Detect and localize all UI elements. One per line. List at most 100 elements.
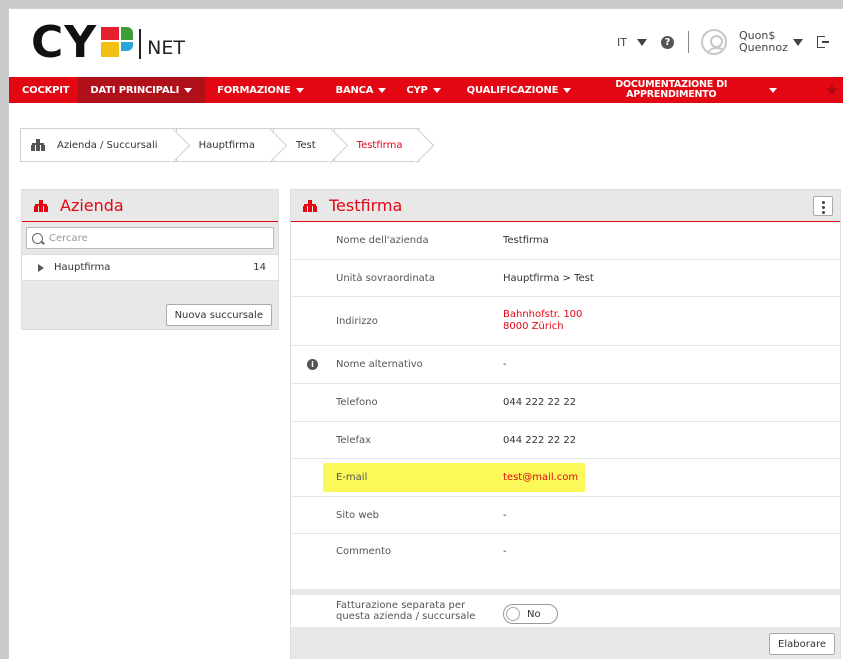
chevron-down-icon (184, 87, 193, 93)
field-row-email: E-mail test@mail.com (291, 459, 840, 497)
separate-billing-toggle[interactable]: No (503, 604, 558, 624)
search-icon (32, 232, 43, 244)
user-name[interactable]: Quon$ Quennoz (739, 30, 788, 54)
nav-item-dati-principali[interactable]: DATI PRINCIPALI (78, 77, 206, 103)
chevron-down-icon (563, 87, 572, 93)
more-options-icon[interactable] (813, 196, 833, 216)
chevron-down-icon[interactable] (793, 38, 803, 46)
logout-icon[interactable] (817, 36, 829, 48)
address-line: Bahnhofstr. 100 (503, 309, 583, 320)
language-selector[interactable]: IT (617, 36, 627, 49)
info-icon[interactable]: i (307, 359, 318, 370)
field-label: Sito web (336, 509, 380, 521)
nav-label: DOCUMENTAZIONE DI APPRENDIMENTO (615, 80, 727, 100)
favorite-star-icon[interactable]: ★ (821, 77, 843, 103)
logo-p-mark-icon (101, 27, 134, 59)
header-tools: IT ? Quon$ Quennoz (617, 9, 843, 75)
divider (688, 31, 689, 53)
separate-billing-row: Fatturazione separata per questa azienda… (291, 589, 840, 625)
field-row-parent-unit: Unità sovraordinata Hauptfirma > Test (291, 260, 840, 297)
nav-label: CYP (406, 84, 428, 96)
field-label: Indirizzo (336, 315, 378, 327)
field-label: Telefono (336, 397, 378, 408)
chevron-down-icon (378, 87, 387, 93)
user-last-name: Quennoz (739, 41, 788, 54)
nav-item-documentazione[interactable]: DOCUMENTAZIONE DI APPRENDIMENTO (571, 77, 778, 103)
field-label: E-mail (336, 472, 368, 483)
field-label: Telefax (336, 434, 372, 446)
tree-item-hauptfirma[interactable]: Hauptfirma 14 (22, 254, 278, 281)
label-line: questa azienda / succursale (336, 611, 476, 622)
search-placeholder: Cercare (49, 232, 88, 244)
panel-footer: Elaborare (291, 627, 840, 659)
chevron-down-icon (432, 87, 441, 93)
field-label: Commento (336, 546, 392, 557)
chevron-down-icon (769, 87, 778, 93)
field-row-address: Indirizzo Bahnhofstr. 100 8000 Zürich (291, 297, 840, 346)
nav-label: DATI PRINCIPALI (90, 84, 180, 96)
breadcrumb-item-azienda[interactable]: Azienda / Succursali (20, 128, 176, 162)
logo-separator (139, 29, 142, 59)
panel-title: Azienda (60, 196, 124, 215)
field-value: Testfirma (503, 235, 549, 246)
field-row-fax: Telefax 044 222 22 22 (291, 422, 840, 459)
nav-label: COCKPIT (22, 84, 70, 96)
tree-item-count: 14 (253, 262, 266, 273)
org-chart-icon (34, 199, 48, 212)
nav-label: BANCA (335, 84, 374, 96)
help-icon[interactable]: ? (661, 35, 674, 49)
nav-item-cyp[interactable]: CYP (386, 77, 441, 103)
field-row-alt-name: i Nome alternativo - (291, 346, 840, 384)
field-value: - (503, 509, 507, 521)
address-line: 8000 Zürich (503, 321, 564, 332)
toggle-label: No (527, 609, 541, 620)
chevron-down-icon (295, 87, 304, 93)
field-value: - (503, 546, 507, 557)
main-nav: COCKPIT DATI PRINCIPALI FORMAZIONE BANCA… (9, 77, 843, 103)
toggle-knob (506, 607, 520, 621)
cyp-logo[interactable]: CY NET (31, 17, 185, 68)
field-row-website: Sito web - (291, 497, 840, 534)
org-chart-icon (31, 139, 45, 151)
panel-header: Azienda (22, 190, 278, 222)
address-link[interactable]: Bahnhofstr. 100 8000 Zürich (503, 309, 582, 333)
field-row-comment: Commento - (291, 534, 840, 569)
nav-label: FORMAZIONE (217, 84, 291, 96)
panel-header: Testfirma (291, 190, 840, 222)
top-header: CY NET IT ? Quon$ Quennoz (9, 9, 843, 75)
breadcrumb-label: Hauptfirma (198, 139, 255, 151)
breadcrumb: Azienda / Succursali Hauptfirma Test Tes… (20, 128, 421, 162)
breadcrumb-label: Azienda / Succursali (57, 139, 158, 151)
email-link[interactable]: test@mail.com (503, 472, 578, 484)
breadcrumb-label: Testfirma (356, 139, 403, 151)
search-input[interactable]: Cercare (26, 227, 274, 249)
logo-letters: CY (31, 17, 98, 68)
nav-item-formazione[interactable]: FORMAZIONE (205, 77, 304, 103)
new-branch-button[interactable]: Nuova succursale (165, 304, 272, 326)
field-value: - (503, 359, 507, 370)
breadcrumb-label: Test (295, 139, 316, 151)
app-window: CY NET IT ? Quon$ Quennoz COCKPIT DATI P… (8, 8, 843, 659)
field-value: 044 222 22 22 (503, 434, 577, 446)
tree-item-label: Hauptfirma (54, 262, 111, 273)
avatar-icon[interactable] (701, 29, 727, 55)
field-row-name: Nome dell'azienda Testfirma (291, 222, 840, 260)
nav-label-line: APPRENDIMENTO (626, 89, 717, 100)
nav-item-banca[interactable]: BANCA (304, 77, 387, 103)
nav-item-qualificazione[interactable]: QUALIFICAZIONE (441, 77, 572, 103)
company-tree-panel: Azienda Cercare Hauptfirma 14 Nuova succ… (21, 189, 279, 330)
field-label: Unità sovraordinata (336, 272, 435, 284)
edit-button[interactable]: Elaborare (769, 633, 835, 655)
field-value: Hauptfirma > Test (503, 272, 594, 284)
logo-suffix: NET (147, 37, 185, 59)
field-label: Fatturazione separata per questa azienda… (336, 600, 475, 622)
nav-label: QUALIFICAZIONE (466, 84, 559, 96)
nav-item-cockpit[interactable]: COCKPIT (9, 77, 78, 103)
panel-title: Testfirma (329, 196, 403, 215)
field-value: 044 222 22 22 (503, 397, 577, 408)
label-line: Fatturazione separata per (336, 600, 466, 611)
org-chart-icon (303, 199, 317, 212)
expand-arrow-icon[interactable] (38, 263, 44, 272)
company-detail-panel: Testfirma Nome dell'azienda Testfirma Un… (290, 189, 841, 659)
chevron-down-icon[interactable] (637, 38, 647, 46)
